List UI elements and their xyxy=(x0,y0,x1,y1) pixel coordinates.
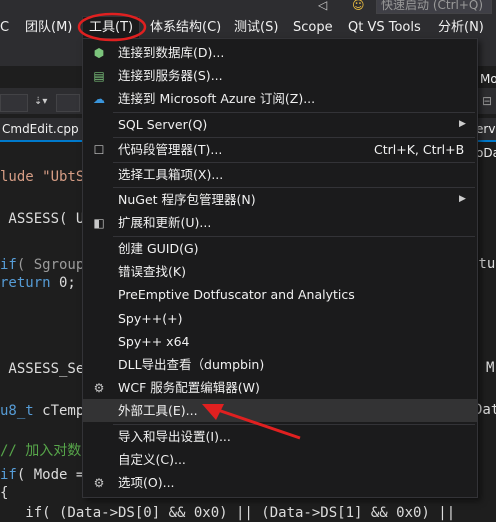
highlight-circle xyxy=(77,12,147,42)
annotation-overlay xyxy=(77,12,301,440)
annotation-arrow-shaft xyxy=(211,406,301,440)
